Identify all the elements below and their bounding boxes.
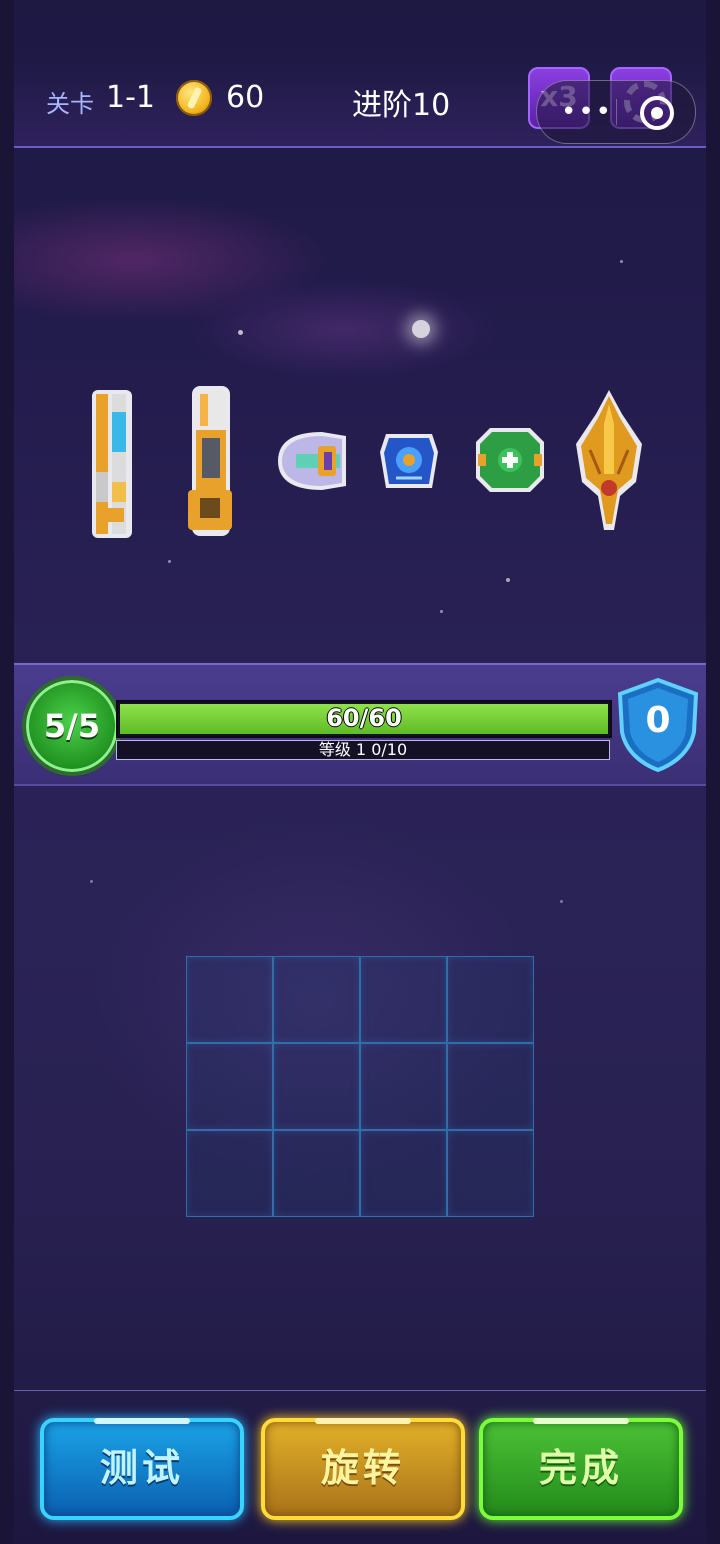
bottom-divider <box>14 1390 706 1391</box>
grid-cell[interactable] <box>447 1043 534 1130</box>
coin-icon <box>176 80 212 116</box>
grid-cell[interactable] <box>360 956 447 1043</box>
star <box>168 560 171 563</box>
gold-fighter-ship-part[interactable] <box>570 384 648 540</box>
heavy-cannon-part[interactable] <box>178 382 244 542</box>
grid-cell[interactable] <box>273 1130 360 1217</box>
wave-counter: 5/5 <box>22 676 122 776</box>
star <box>620 260 623 263</box>
grid-cell[interactable] <box>186 1130 273 1217</box>
close-target-icon[interactable] <box>640 96 674 130</box>
capsule-divider <box>616 99 617 125</box>
plasma-pod-part[interactable] <box>272 426 352 496</box>
star <box>90 880 93 883</box>
star <box>440 610 443 613</box>
level-text: 等级 1 0/10 <box>318 740 408 759</box>
grid-cell[interactable] <box>360 1043 447 1130</box>
star <box>238 330 243 335</box>
grid-cell[interactable] <box>186 1043 273 1130</box>
more-icon[interactable]: ••• <box>561 97 613 127</box>
hp-text: 60/60 <box>326 704 402 732</box>
green-repair-module-part[interactable] <box>472 424 548 496</box>
stage-label: 关卡 <box>46 90 94 118</box>
twin-laser-cannon-part[interactable] <box>82 382 142 542</box>
star <box>560 900 563 903</box>
blue-core-module-part[interactable] <box>376 426 442 496</box>
rotate-button[interactable]: 旋转 <box>261 1418 465 1520</box>
done-button[interactable]: 完成 <box>479 1418 683 1520</box>
build-grid <box>186 956 534 1217</box>
star <box>506 578 510 582</box>
advance-level: 进阶10 <box>352 88 451 123</box>
grid-cell[interactable] <box>447 956 534 1043</box>
mini-program-capsule: ••• <box>536 80 696 144</box>
grid-cell[interactable] <box>447 1130 534 1217</box>
grid-cell[interactable] <box>273 1043 360 1130</box>
grid-cell[interactable] <box>273 956 360 1043</box>
coin-count: 60 <box>226 80 265 115</box>
test-button[interactable]: 测试 <box>40 1418 244 1520</box>
grid-cell[interactable] <box>360 1130 447 1217</box>
grid-cell[interactable] <box>186 956 273 1043</box>
star <box>412 320 430 338</box>
shield-value: 0 <box>645 700 671 741</box>
stage-value: 1-1 <box>106 80 155 115</box>
